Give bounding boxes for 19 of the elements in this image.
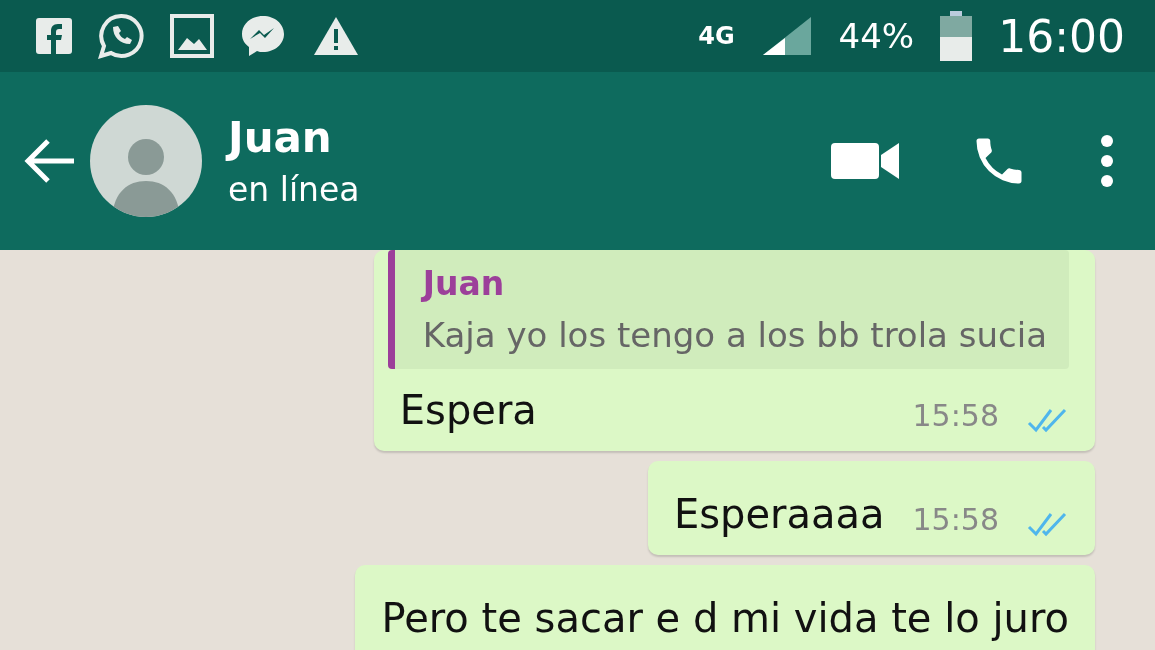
battery-percentage: 44% — [838, 16, 915, 56]
facebook-icon — [36, 18, 72, 54]
more-options-button[interactable] — [1099, 133, 1115, 189]
chat-bubble-icon — [240, 14, 286, 58]
warning-icon — [312, 15, 360, 57]
message-time: 15:58 — [912, 502, 999, 537]
phone-bubble-icon — [98, 13, 144, 59]
message-text: Esperaaaa — [673, 491, 885, 537]
message-text: Pero te sacar e d mi vida te lo juro — [381, 595, 1069, 641]
message-time: 15:58 — [912, 398, 999, 433]
contact-status: en línea — [228, 170, 360, 209]
image-icon — [170, 14, 214, 58]
quoted-text: Kaja yo los tengo a los bb trola sucia — [422, 315, 1047, 355]
video-call-button[interactable] — [831, 141, 899, 181]
message-text: Espera — [399, 387, 538, 433]
battery-icon — [940, 11, 973, 61]
clock-time: 16:00 — [998, 10, 1125, 62]
network-type: 4G — [698, 22, 735, 50]
quoted-author: Juan — [422, 264, 506, 303]
